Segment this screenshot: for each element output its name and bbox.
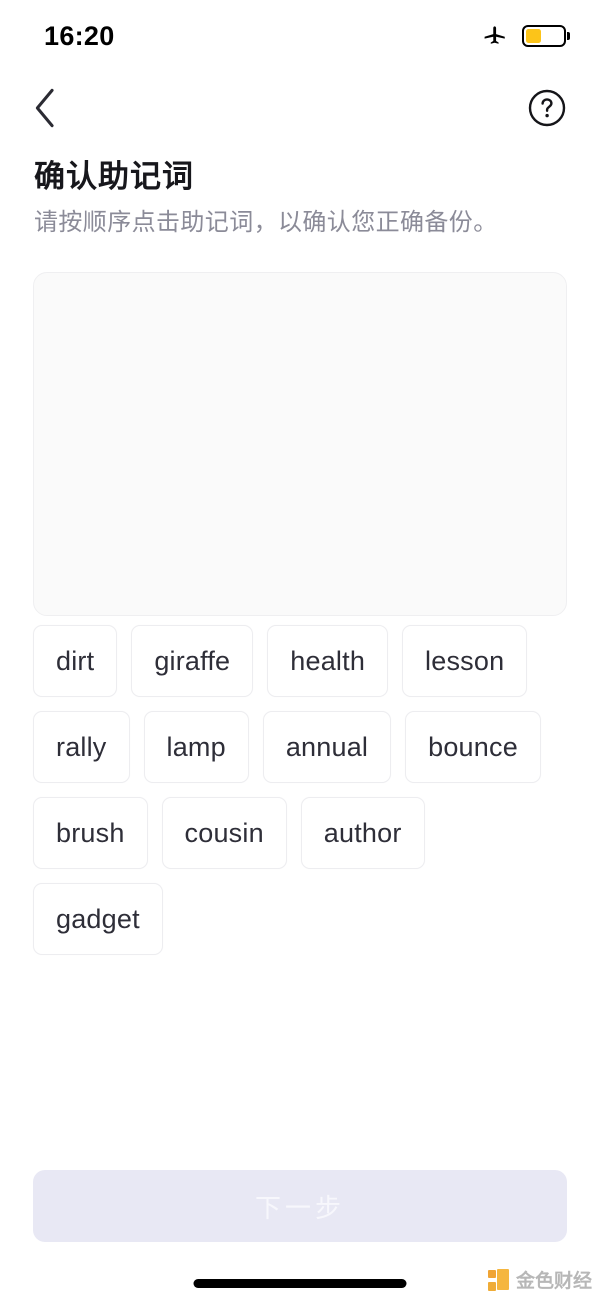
word-chip[interactable]: bounce (405, 711, 541, 783)
navigation-bar (0, 72, 600, 144)
heading-block: 确认助记词 请按顺序点击助记词，以确认您正确备份。 (34, 158, 568, 238)
word-chip[interactable]: gadget (33, 883, 163, 955)
battery-icon (522, 25, 566, 47)
word-chip[interactable]: lamp (143, 711, 249, 783)
watermark-logo-icon (487, 1268, 510, 1291)
selected-words-area[interactable] (33, 272, 567, 616)
status-bar: 16:20 (0, 0, 600, 72)
help-button[interactable] (524, 85, 570, 131)
status-bar-indicators (482, 21, 566, 52)
back-button[interactable] (22, 85, 68, 131)
word-chip[interactable]: dirt (33, 625, 118, 697)
watermark-label: 金色财经 (515, 1271, 592, 1292)
next-step-button[interactable]: 下一步 (33, 1170, 567, 1242)
word-chip[interactable]: rally (33, 711, 130, 783)
word-chip[interactable]: health (267, 625, 389, 697)
chevron-left-icon (35, 88, 54, 128)
airplane-mode-icon (482, 21, 508, 52)
word-chip[interactable]: giraffe (131, 625, 254, 697)
word-chip[interactable]: annual (262, 711, 392, 783)
watermark: 金色财经 (487, 1266, 592, 1293)
battery-fill (526, 29, 542, 43)
word-bank: dirt giraffe health lesson rally lamp annual bo… (33, 625, 567, 955)
home-indicator (193, 1279, 407, 1288)
word-chip[interactable]: brush (33, 797, 148, 869)
word-chip[interactable]: cousin (161, 797, 287, 869)
page-title: 确认助记词 (34, 159, 194, 194)
status-bar-clock: 16:20 (44, 20, 115, 51)
word-chip[interactable]: author (300, 797, 425, 869)
page-subtitle: 请按顺序点击助记词，以确认您正确备份。 (34, 208, 498, 236)
word-chip[interactable]: lesson (402, 625, 528, 697)
app-screen: 16:20 确认助记词 请按顺序点击助记词，以确认您正确备份。 dirt gir… (0, 0, 600, 1299)
question-mark-circle-icon (528, 89, 566, 127)
